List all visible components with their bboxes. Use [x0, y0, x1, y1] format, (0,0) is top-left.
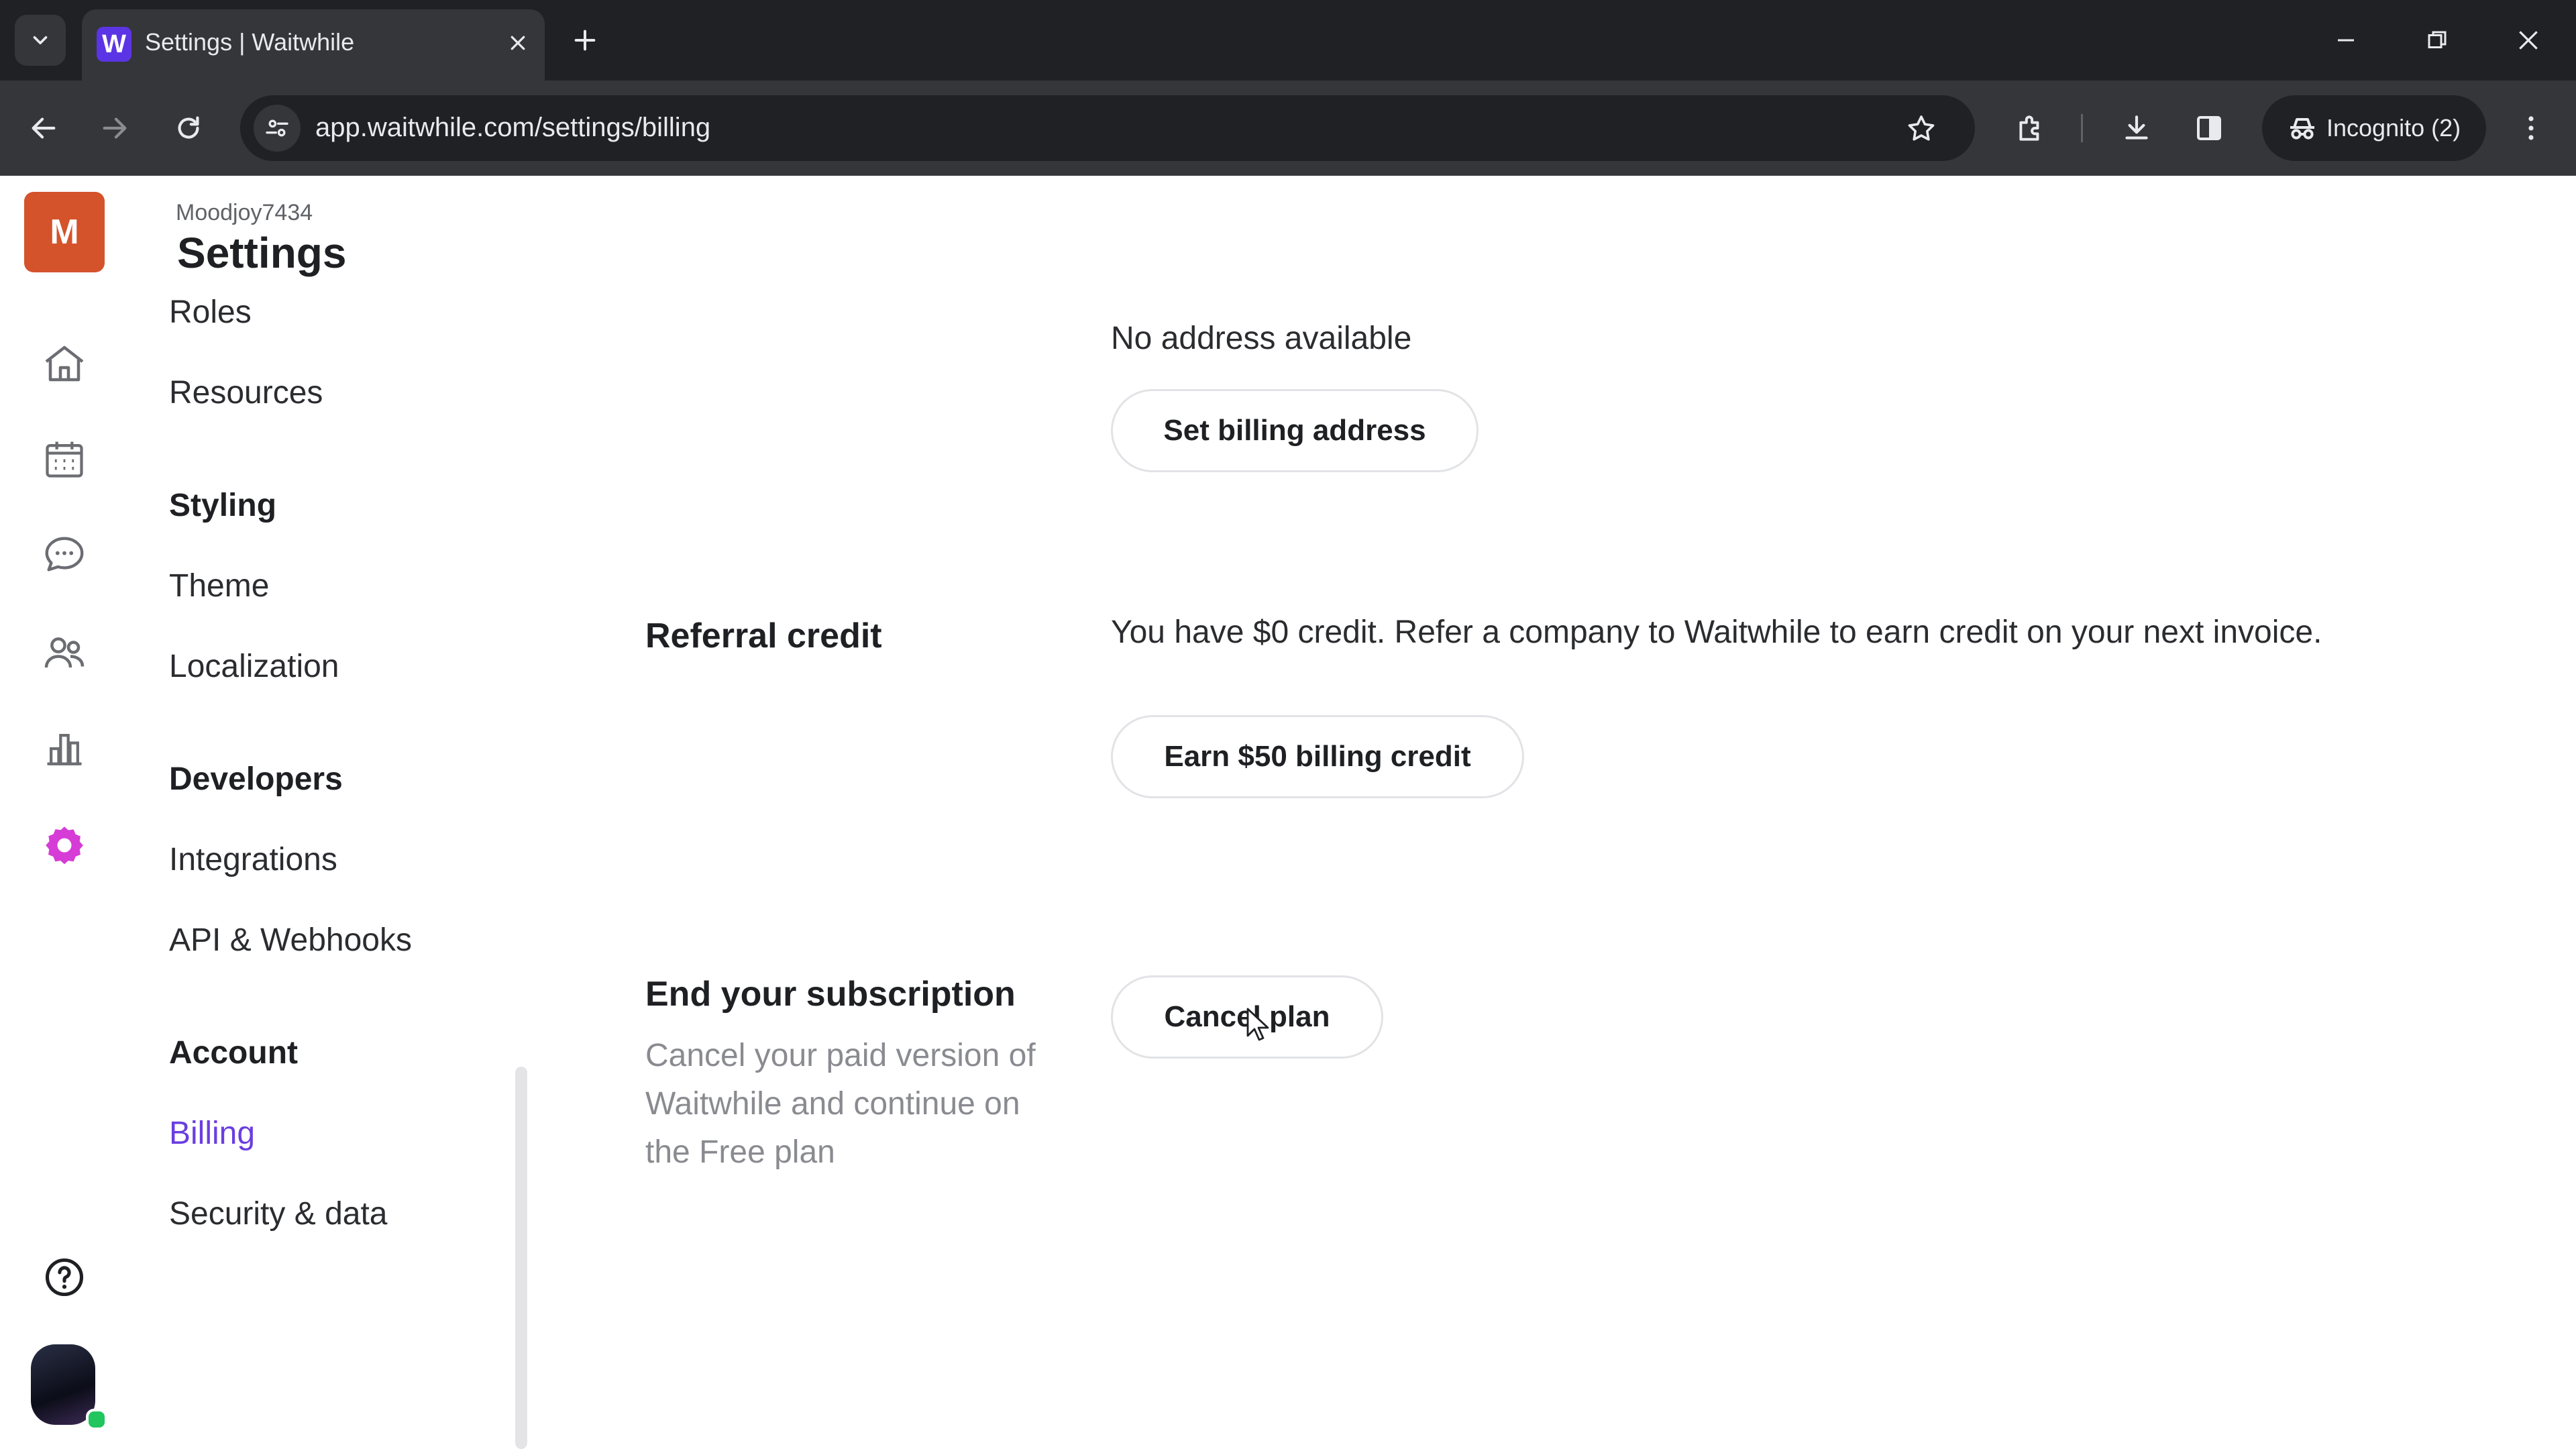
new-tab-button[interactable]: [564, 19, 606, 62]
minimize-button[interactable]: [2316, 13, 2376, 67]
help-icon: [45, 1258, 84, 1297]
customers-nav-button[interactable]: [38, 627, 91, 680]
sidebar-group-account: Account: [169, 1035, 298, 1071]
incognito-label: Incognito (2): [2326, 114, 2461, 142]
download-icon: [2125, 115, 2148, 140]
site-info-button[interactable]: [254, 105, 301, 152]
org-name: Moodjoy7434: [176, 200, 313, 225]
minimize-icon: [2338, 39, 2354, 42]
chevron-down-icon: [33, 36, 48, 45]
waitwhile-favicon-icon: W: [97, 27, 131, 62]
referral-credit-label: Referral credit: [645, 616, 882, 655]
plus-icon: [574, 30, 596, 51]
home-icon: [45, 345, 84, 382]
restore-icon: [2428, 31, 2447, 48]
sidebar-item-integrations[interactable]: Integrations: [169, 841, 337, 878]
tune-icon: [266, 119, 288, 137]
set-billing-address-button[interactable]: Set billing address: [1111, 389, 1479, 472]
analytics-icon: [47, 734, 82, 765]
browser-tab-strip: W Settings | Waitwhile: [0, 0, 2576, 80]
app-icon-rail: M: [0, 176, 131, 1449]
close-icon: [511, 36, 525, 50]
forward-button[interactable]: [91, 105, 138, 152]
mouse-pointer-icon: [1246, 1008, 1269, 1041]
incognito-profile-button[interactable]: Incognito (2): [2262, 95, 2486, 161]
home-nav-button[interactable]: [38, 337, 91, 390]
settings-sidebar-nav: Roles Resources Styling Theme Localizati…: [169, 295, 518, 1449]
end-subscription-description: Cancel your paid version of Waitwhile an…: [645, 1038, 1036, 1170]
browser-menu-button[interactable]: [2508, 105, 2555, 152]
online-status-indicator: [86, 1409, 107, 1430]
sidebar-item-api-webhooks[interactable]: API & Webhooks: [169, 922, 412, 959]
page-title: Settings: [177, 229, 347, 277]
restore-button[interactable]: [2407, 13, 2467, 67]
sidebar-item-security-data[interactable]: Security & data: [169, 1195, 388, 1232]
sidebar-item-roles[interactable]: Roles: [169, 295, 252, 331]
analytics-nav-button[interactable]: [38, 722, 91, 775]
reload-button[interactable]: [165, 105, 212, 152]
browser-toolbar: app.waitwhile.com/settings/billing Incog…: [0, 80, 2576, 176]
arrow-left-icon: [32, 117, 56, 139]
earn-billing-credit-button[interactable]: Earn $50 billing credit: [1111, 715, 1524, 798]
settings-nav-button[interactable]: [38, 818, 91, 872]
customers-icon: [44, 637, 85, 668]
toolbar-divider: [2081, 114, 2083, 142]
org-avatar[interactable]: M: [24, 192, 105, 272]
url-text[interactable]: app.waitwhile.com/settings/billing: [315, 113, 710, 143]
sidebar-scrollbar[interactable]: [515, 1067, 527, 1449]
tab-close-button[interactable]: [496, 21, 539, 64]
puzzle-icon: [2019, 115, 2039, 141]
chat-icon: [45, 537, 84, 572]
close-icon: [2519, 31, 2538, 50]
user-avatar[interactable]: [31, 1344, 107, 1430]
more-vertical-icon: [2528, 116, 2534, 140]
side-panel-button[interactable]: [2186, 105, 2233, 152]
referral-credit-text: You have $0 credit. Refer a company to W…: [1111, 614, 2322, 650]
sidebar-item-resources[interactable]: Resources: [169, 374, 323, 411]
browser-tab-active[interactable]: W Settings | Waitwhile: [82, 9, 545, 80]
sidebar-item-theme[interactable]: Theme: [169, 568, 269, 604]
side-panel-icon: [2197, 116, 2221, 140]
extensions-button[interactable]: [2007, 105, 2054, 152]
calendar-nav-button[interactable]: [38, 432, 91, 486]
sidebar-group-developers: Developers: [169, 761, 343, 797]
calendar-icon: [46, 441, 83, 478]
help-nav-button[interactable]: [38, 1250, 91, 1304]
tab-search-button[interactable]: [15, 15, 66, 66]
sidebar-group-styling: Styling: [169, 488, 277, 523]
sidebar-item-billing[interactable]: Billing: [169, 1115, 255, 1152]
end-subscription-label: End your subscription: [645, 975, 1016, 1014]
reload-icon: [178, 116, 199, 139]
arrow-right-icon: [103, 117, 127, 139]
window-close-button[interactable]: [2498, 13, 2559, 67]
bookmark-button[interactable]: [1900, 107, 1943, 150]
address-bar[interactable]: app.waitwhile.com/settings/billing: [240, 95, 1975, 161]
incognito-icon: [2290, 118, 2314, 140]
tab-title: Settings | Waitwhile: [145, 28, 355, 56]
star-icon: [1908, 115, 1935, 141]
billing-address-text: No address available: [1111, 321, 1412, 356]
sidebar-item-localization[interactable]: Localization: [169, 648, 339, 685]
back-button[interactable]: [20, 105, 67, 152]
messages-nav-button[interactable]: [38, 527, 91, 581]
settings-icon: [46, 826, 83, 865]
downloads-button[interactable]: [2113, 105, 2160, 152]
